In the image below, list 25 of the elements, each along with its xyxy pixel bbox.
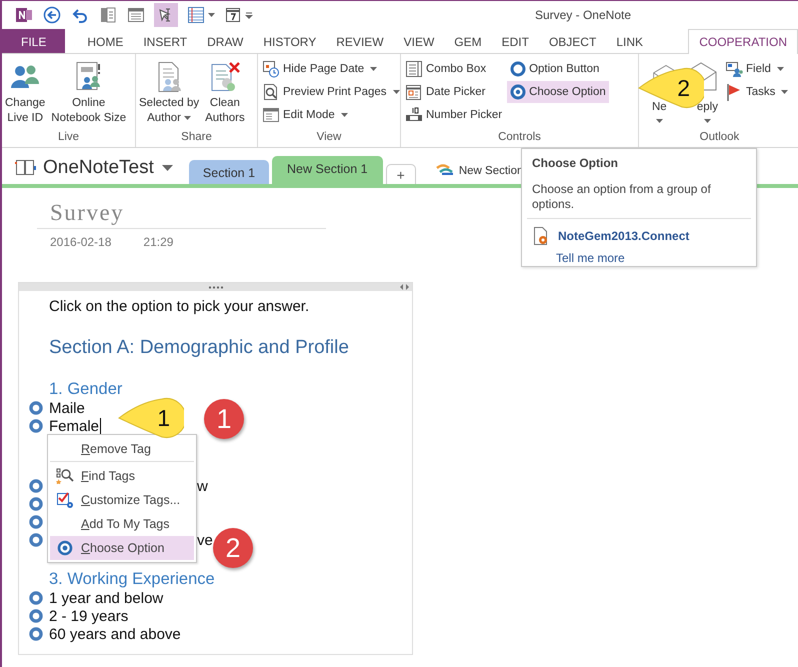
page-date: 2016-02-18 — [50, 235, 112, 249]
option-text: 60 years and above — [49, 626, 181, 642]
group-label: Controls — [497, 131, 542, 145]
group-label: Outlook — [698, 131, 740, 145]
group-label: View — [316, 131, 342, 145]
step-badge: 1 — [204, 399, 244, 439]
option-text: Maile — [49, 400, 85, 416]
option-text: 2 - 19 years — [49, 608, 128, 624]
tooltip-description: Choose an option from a group of options. — [532, 182, 712, 212]
question-heading: 1. Gender — [49, 380, 124, 399]
page-time: 21:29 — [143, 235, 174, 249]
callout-tooltip: 1 — [118, 397, 184, 439]
group-label: Live — [56, 131, 80, 145]
step-badge: 2 — [213, 528, 253, 568]
question-heading: 3. Working Experience — [49, 570, 216, 589]
option-text: ve — [197, 532, 213, 548]
option-text: Female — [49, 418, 100, 434]
section-heading: Section A: Demographic and Profile — [49, 337, 350, 359]
add-in-name: NoteGem2013.Connect — [558, 229, 690, 243]
group-label: Share — [180, 131, 213, 145]
window-title: Survey - OneNote — [534, 8, 631, 22]
option-text: 1 year and below — [49, 590, 164, 606]
tooltip-title: Choose Option — [532, 156, 619, 170]
option-text: w — [197, 478, 208, 494]
instruction-text: Click on the option to pick your answer. — [49, 298, 310, 315]
